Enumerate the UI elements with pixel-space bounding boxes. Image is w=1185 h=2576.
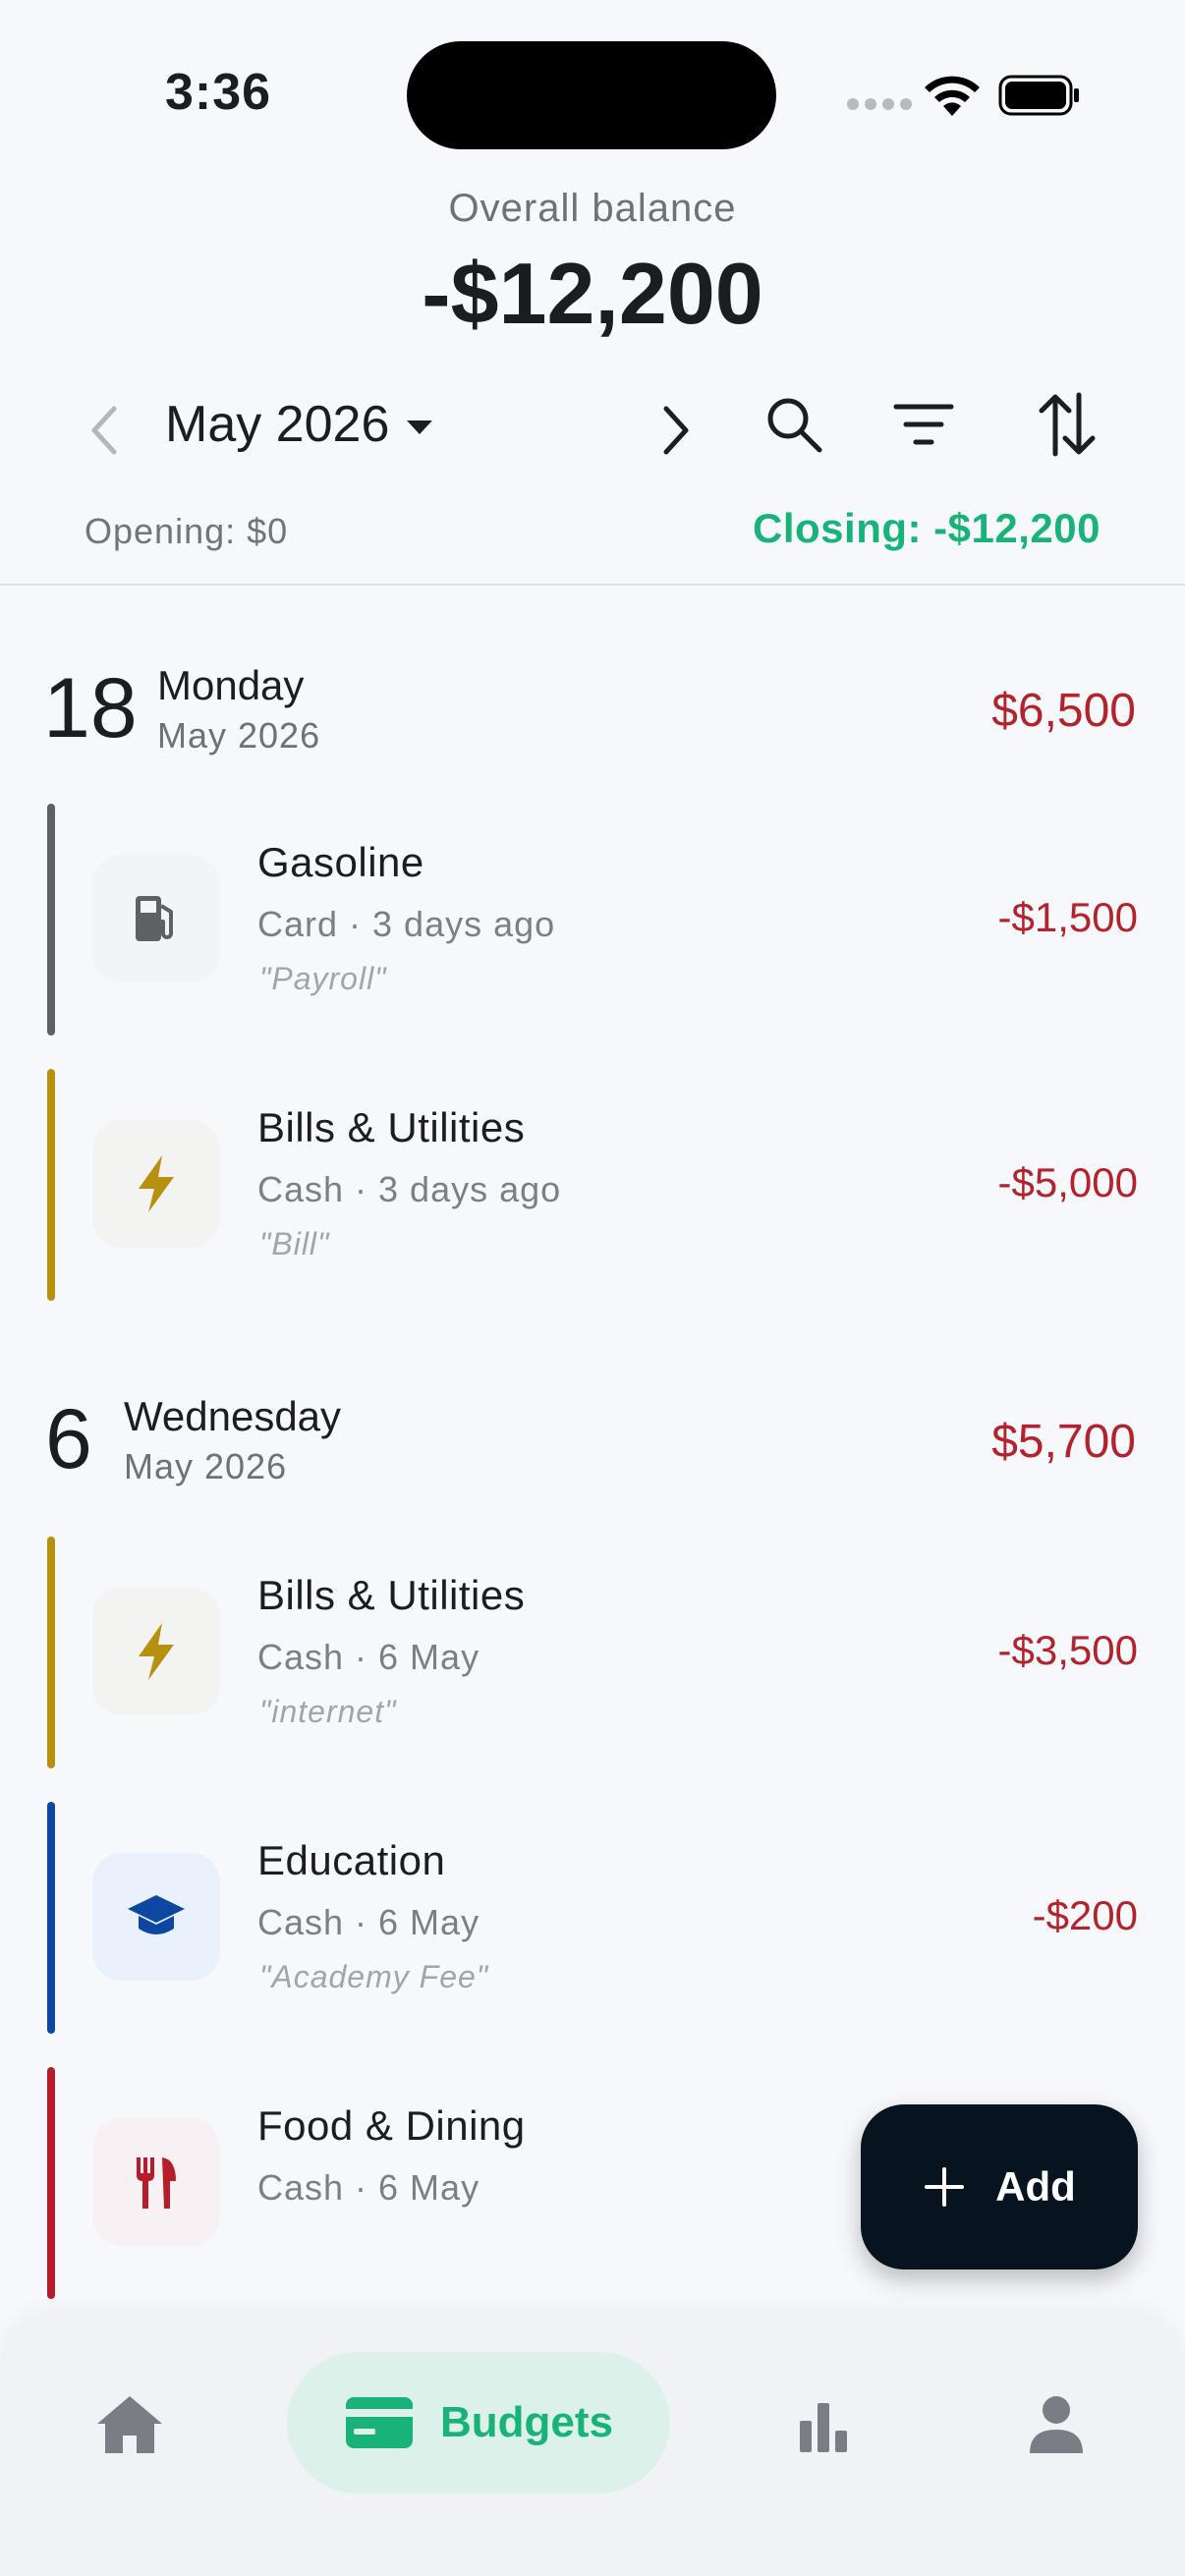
day-weekday: Monday bbox=[157, 662, 305, 708]
graduation-cap-icon bbox=[92, 1853, 220, 1981]
person-icon bbox=[1030, 2396, 1083, 2453]
bottom-navigation: Budgets bbox=[0, 2315, 1185, 2576]
transaction-note: "internet" bbox=[259, 1694, 397, 1729]
day-total: $6,500 bbox=[991, 685, 1136, 737]
fork-knife-icon bbox=[92, 2118, 220, 2246]
cellular-signal-icon bbox=[847, 98, 912, 110]
chevron-left-icon[interactable] bbox=[85, 403, 124, 458]
wallet-icon bbox=[346, 2397, 413, 2448]
overall-balance-value: -$12,200 bbox=[422, 245, 763, 342]
category-color-bar bbox=[47, 1802, 55, 2034]
filter-icon[interactable] bbox=[892, 397, 955, 452]
home-icon bbox=[97, 2396, 162, 2453]
transaction-note: "Payroll" bbox=[259, 961, 387, 996]
transaction-row[interactable]: Education Cash · 6 May "Academy Fee" -$2… bbox=[47, 1802, 1138, 2034]
status-time: 3:36 bbox=[165, 64, 272, 121]
transaction-row[interactable]: Gasoline Card · 3 days ago "Payroll" -$1… bbox=[47, 804, 1138, 1036]
category-color-bar bbox=[47, 1069, 55, 1301]
transaction-meta: Card · 3 days ago bbox=[257, 904, 556, 944]
transaction-title: Food & Dining bbox=[257, 2102, 526, 2149]
opening-balance: Opening: $0 bbox=[85, 511, 289, 551]
status-bar: 3:36 bbox=[0, 0, 1185, 187]
transaction-note: "Academy Fee" bbox=[259, 1959, 489, 1994]
header-divider bbox=[0, 584, 1185, 586]
day-number: 18 bbox=[43, 661, 138, 756]
transaction-meta: Cash · 6 May bbox=[257, 1902, 480, 1942]
battery-icon bbox=[998, 75, 1079, 116]
day-month: May 2026 bbox=[124, 1446, 288, 1486]
chevron-right-icon[interactable] bbox=[656, 403, 696, 458]
sort-icon[interactable] bbox=[1036, 389, 1099, 460]
transaction-meta: Cash · 6 May bbox=[257, 1637, 480, 1677]
transaction-title: Gasoline bbox=[257, 839, 424, 885]
transaction-title: Education bbox=[257, 1837, 446, 1883]
plus-icon bbox=[925, 2167, 965, 2207]
day-number: 6 bbox=[45, 1392, 92, 1486]
transaction-amount: -$200 bbox=[1032, 1892, 1138, 1938]
nav-profile[interactable] bbox=[1022, 2385, 1091, 2464]
transaction-title: Bills & Utilities bbox=[257, 1572, 526, 1618]
transaction-title: Bills & Utilities bbox=[257, 1104, 526, 1150]
transaction-note: "Bill" bbox=[259, 1226, 330, 1261]
lightning-icon bbox=[92, 1120, 220, 1248]
closing-balance: Closing: -$12,200 bbox=[753, 505, 1100, 551]
nav-home[interactable] bbox=[85, 2385, 175, 2464]
add-button-label: Add bbox=[995, 2163, 1076, 2210]
caret-down-icon bbox=[407, 420, 433, 434]
month-navigation: May 2026 bbox=[0, 383, 1185, 481]
transaction-amount: -$1,500 bbox=[997, 894, 1138, 940]
nav-stats[interactable] bbox=[794, 2389, 853, 2464]
search-icon[interactable] bbox=[762, 393, 825, 456]
day-month: May 2026 bbox=[157, 715, 321, 756]
lightning-icon bbox=[92, 1588, 220, 1715]
overall-balance-label: Overall balance bbox=[448, 187, 737, 230]
category-color-bar bbox=[47, 2067, 55, 2299]
nav-budgets-label: Budgets bbox=[440, 2398, 613, 2446]
wifi-icon bbox=[925, 76, 980, 116]
month-selector[interactable]: May 2026 bbox=[165, 395, 433, 454]
nav-budgets[interactable]: Budgets bbox=[287, 2352, 670, 2493]
add-button[interactable]: Add bbox=[861, 2104, 1138, 2269]
day-total: $5,700 bbox=[991, 1416, 1136, 1468]
transaction-row[interactable]: Bills & Utilities Cash · 6 May "internet… bbox=[47, 1537, 1138, 1768]
day-weekday: Wednesday bbox=[124, 1393, 342, 1439]
category-color-bar bbox=[47, 1537, 55, 1768]
category-color-bar bbox=[47, 804, 55, 1036]
transaction-row[interactable]: Bills & Utilities Cash · 3 days ago "Bil… bbox=[47, 1069, 1138, 1301]
bar-chart-icon bbox=[800, 2403, 847, 2452]
fuel-pump-icon bbox=[92, 855, 220, 982]
transaction-meta: Cash · 3 days ago bbox=[257, 1169, 562, 1209]
transaction-amount: -$3,500 bbox=[997, 1627, 1138, 1673]
dynamic-island bbox=[407, 41, 776, 149]
month-label: May 2026 bbox=[165, 396, 390, 453]
transaction-amount: -$5,000 bbox=[997, 1159, 1138, 1205]
transaction-meta: Cash · 6 May bbox=[257, 2167, 480, 2208]
